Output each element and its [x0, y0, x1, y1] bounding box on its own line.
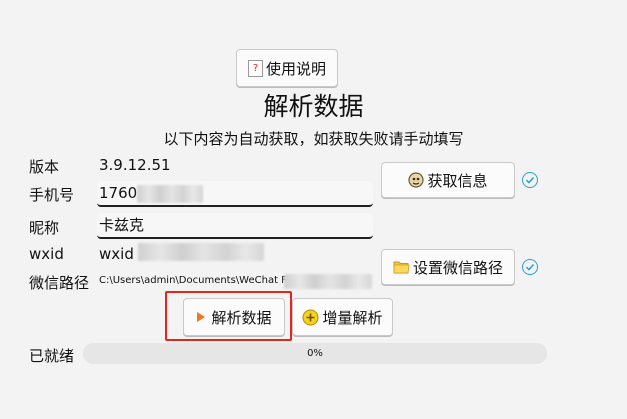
- folder-icon: [393, 260, 410, 274]
- phone-label: 手机号: [29, 186, 75, 204]
- set-wechat-path-button[interactable]: 设置微信路径: [381, 249, 515, 285]
- version-label: 版本: [29, 158, 60, 176]
- add-circle-icon: [302, 309, 319, 326]
- version-value: 3.9.12.51: [99, 156, 171, 174]
- incremental-parse-label: 增量解析: [322, 308, 383, 327]
- set-wechat-path-label: 设置微信路径: [412, 258, 503, 277]
- wxid-label: wxid: [29, 245, 64, 263]
- wechat-logo-icon: [408, 172, 425, 188]
- wechat-path-label: 微信路径: [29, 274, 90, 292]
- path-check-icon: [522, 259, 538, 275]
- progress-text: 0%: [307, 348, 323, 359]
- nickname-label: 昵称: [29, 219, 60, 237]
- page-title: 解析数据: [263, 92, 364, 121]
- info-check-icon: [522, 172, 538, 188]
- get-info-button[interactable]: 获取信息: [381, 162, 515, 198]
- incremental-parse-button[interactable]: 增量解析: [292, 298, 393, 336]
- wechat-path-value[interactable]: C:\Users\admin\Documents\WeChat Files\: [99, 275, 307, 286]
- parse-data-button[interactable]: 解析数据: [183, 298, 285, 336]
- play-icon: [196, 311, 206, 323]
- progress-bar: 0%: [83, 343, 547, 364]
- parse-data-label: 解析数据: [211, 308, 272, 327]
- get-info-label: 获取信息: [427, 171, 488, 190]
- phone-redaction: [137, 185, 203, 203]
- help-button[interactable]: ? 使用说明: [236, 49, 338, 87]
- status-label: 已就绪: [29, 347, 75, 365]
- nickname-field[interactable]: 卡兹克: [97, 213, 373, 239]
- path-redaction: [284, 274, 372, 289]
- page-subtitle: 以下内容为自动获取，如获取失败请手动填写: [163, 130, 464, 148]
- wxid-redaction: [138, 243, 264, 261]
- help-button-label: 使用说明: [265, 59, 326, 78]
- nickname-value: 卡兹克: [99, 216, 145, 234]
- phone-value: 1760: [99, 184, 138, 202]
- help-icon: ?: [247, 59, 263, 77]
- wxid-value: wxid: [99, 245, 134, 263]
